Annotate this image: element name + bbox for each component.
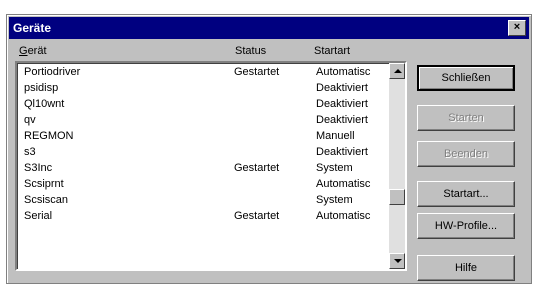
device-name: Ql10wnt [24,98,65,110]
device-startart: Deaktiviert [316,114,368,126]
help-button[interactable]: Hilfe [417,255,515,281]
device-name: Scsiscan [24,194,69,206]
list-item[interactable]: Scsiprnt Automatisc [17,177,387,193]
arrow-up-icon [394,69,402,73]
startup-type-button[interactable]: Startart... [417,181,515,207]
vertical-scrollbar[interactable] [389,63,405,269]
scroll-up-button[interactable] [389,63,405,79]
device-name: qv [24,114,36,126]
device-status: Gestartet [234,210,280,222]
device-status: Gestartet [234,162,280,174]
list-item[interactable]: Scsiscan System [17,193,387,209]
device-name: Serial [24,210,53,222]
device-startart: Deaktiviert [316,146,368,158]
list-item[interactable]: Ql10wnt Deaktiviert [17,97,387,113]
hw-profiles-button[interactable]: HW-Profile... [417,213,515,239]
close-icon[interactable]: × [508,20,526,36]
list-item[interactable]: psidisp Deaktiviert [17,81,387,97]
device-startart: Automatisc [316,66,371,78]
device-startart: System [316,194,353,206]
device-name: psidisp [24,82,59,94]
device-status: Gestartet [234,66,280,78]
list-item[interactable]: Serial Gestartet Automatisc [17,209,387,225]
device-name: S3Inc [24,162,53,174]
device-startart: System [316,162,353,174]
window-title: Geräte [13,21,52,35]
device-startart: Automatisc [316,210,371,222]
list-item[interactable]: Portiodriver Gestartet Automatisc [17,65,387,81]
arrow-down-icon [394,259,402,263]
scroll-down-button[interactable] [389,253,405,269]
device-startart: Automatisc [316,178,371,190]
device-startart: Deaktiviert [316,98,368,110]
device-name: s3 [24,146,36,158]
list-item[interactable]: qv Deaktiviert [17,113,387,129]
column-header-startart[interactable]: Startart [314,45,350,57]
device-name: Scsiprnt [24,178,64,190]
list-item[interactable]: S3Inc Gestartet System [17,161,387,177]
start-button[interactable]: Starten [417,105,515,131]
column-header-device[interactable]: Gerät [19,45,47,57]
device-list[interactable]: Portiodriver Gestartet Automatisc psidis… [15,61,407,271]
device-name: REGMON [24,130,74,142]
title-bar[interactable]: Geräte × [9,17,529,39]
device-name: Portiodriver [24,66,81,78]
list-item[interactable]: s3 Deaktiviert [17,145,387,161]
column-header-status[interactable]: Status [235,45,266,57]
stop-button[interactable]: Beenden [417,141,515,167]
device-startart: Deaktiviert [316,82,368,94]
close-button[interactable]: Schließen [417,65,515,91]
device-startart: Manuell [316,130,355,142]
list-item[interactable]: REGMON Manuell [17,129,387,145]
scroll-thumb[interactable] [389,189,405,205]
devices-dialog: Geräte × Gerät Status Startart Portiodri… [6,14,532,284]
